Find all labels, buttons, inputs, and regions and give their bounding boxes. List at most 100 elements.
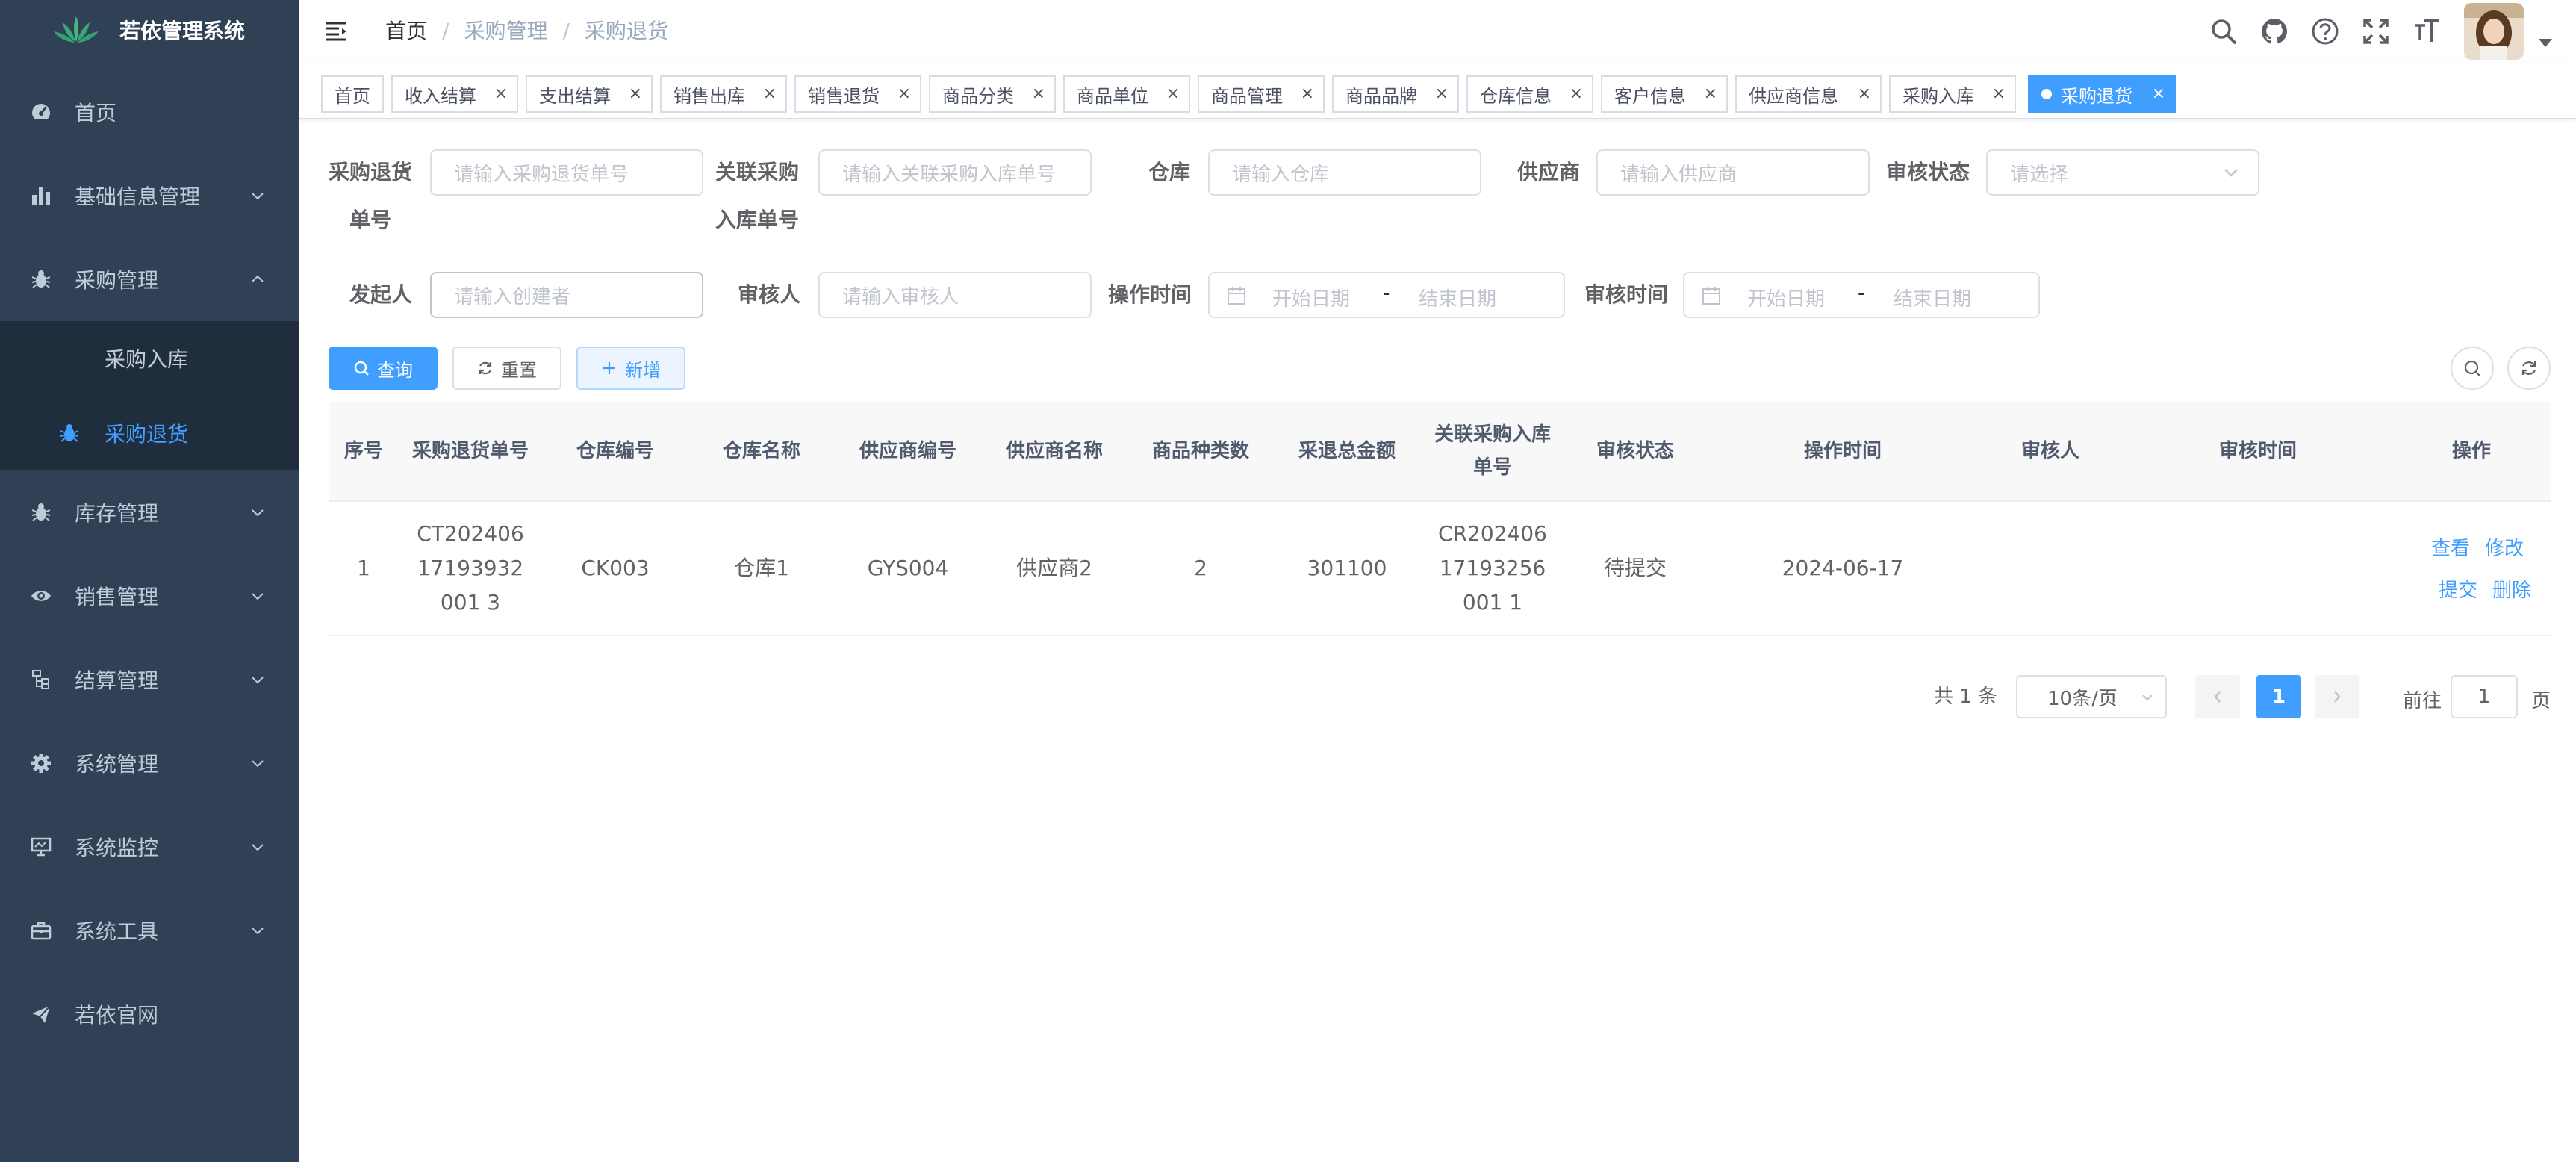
audit-time-end[interactable]: 结束日期 — [1894, 284, 1971, 311]
close-icon[interactable]: × — [1166, 84, 1180, 103]
chevron-down-icon — [252, 509, 264, 517]
toggle-search-button[interactable] — [2451, 347, 2494, 390]
return-no-label-2: 单号 — [349, 208, 391, 232]
caret-down-icon[interactable] — [2539, 39, 2552, 47]
goto-page-input[interactable]: 1 — [2451, 675, 2518, 718]
prev-page-button[interactable] — [2195, 675, 2240, 718]
column-header: 序号 — [343, 440, 383, 462]
page-size-value: 10条/页 — [2047, 687, 2118, 710]
sidebar-item-monitor[interactable]: 系统监控 — [0, 805, 299, 889]
page-number-current[interactable]: 1 — [2256, 675, 2301, 718]
tag-expense-settlement[interactable]: 支出结算 × — [526, 75, 653, 113]
cell-total-amount: 301100 — [1307, 556, 1387, 580]
sidebar-item-label: 采购管理 — [75, 268, 159, 293]
fullscreen-icon[interactable] — [2359, 15, 2392, 48]
avatar[interactable] — [2464, 3, 2524, 60]
return-no-input[interactable]: 请输入采购退货单号 — [430, 149, 703, 196]
audit-status-label: 审核状态 — [1885, 160, 1970, 184]
close-icon[interactable]: × — [494, 84, 508, 103]
search-button[interactable]: 查询 — [329, 347, 438, 390]
close-icon[interactable]: × — [1032, 84, 1045, 103]
close-icon[interactable]: × — [1704, 84, 1717, 103]
tag-purchase-in[interactable]: 采购入库 × — [1889, 75, 2016, 113]
search-button-label: 查询 — [377, 359, 413, 381]
sidebar-subitem-purchase-in[interactable]: 采购入库 — [0, 321, 299, 396]
tag-goods-unit[interactable]: 商品单位 × — [1063, 75, 1190, 113]
tag-goods-brand[interactable]: 商品品牌 × — [1332, 75, 1459, 113]
sidebar-item-settlement[interactable]: 结算管理 — [0, 638, 299, 721]
close-icon[interactable]: × — [897, 84, 911, 103]
app-title: 若依管理系统 — [119, 19, 246, 43]
auditor-input[interactable]: 请输入审核人 — [818, 272, 1092, 318]
audit-time-label: 审核时间 — [1584, 282, 1668, 307]
tag-customer-info[interactable]: 客户信息 × — [1601, 75, 1728, 113]
submit-link[interactable]: 提交 — [2439, 575, 2477, 603]
supplier-input[interactable]: 请输入供应商 — [1596, 149, 1870, 196]
tag-sales-return[interactable]: 销售退货 × — [794, 75, 921, 113]
hamburger-icon[interactable] — [323, 18, 349, 45]
close-icon[interactable]: × — [2152, 84, 2165, 103]
sidebar-item-official-site[interactable]: 若依官网 — [0, 972, 299, 1056]
tag-income-settlement[interactable]: 收入结算 × — [391, 75, 518, 113]
sidebar-logo[interactable]: 若依管理系统 — [0, 0, 299, 60]
help-icon[interactable] — [2309, 15, 2342, 48]
close-icon[interactable]: × — [1569, 84, 1583, 103]
tag-goods-category[interactable]: 商品分类 × — [929, 75, 1056, 113]
chevron-right-icon — [2334, 691, 2341, 703]
close-icon[interactable]: × — [1301, 84, 1314, 103]
tag-home[interactable]: 首页 — [321, 75, 384, 113]
audit-time-range[interactable]: 开始日期 - 结束日期 — [1683, 272, 2040, 318]
sidebar-item-tools[interactable]: 系统工具 — [0, 889, 299, 972]
github-icon[interactable] — [2258, 15, 2291, 48]
search-icon[interactable] — [2207, 15, 2240, 48]
sidebar-item-inventory[interactable]: 库存管理 — [0, 470, 299, 554]
sidebar-item-home[interactable]: 首页 — [0, 70, 299, 154]
op-time-start[interactable]: 开始日期 — [1272, 284, 1350, 311]
close-icon[interactable]: × — [1992, 84, 2006, 103]
sidebar-subitem-purchase-return[interactable]: 采购退货 — [0, 396, 299, 470]
tag-label: 首页 — [335, 85, 370, 107]
sidebar-item-sales[interactable]: 销售管理 — [0, 554, 299, 638]
monitor-icon — [28, 834, 54, 860]
chevron-down-icon — [2224, 169, 2238, 177]
sidebar-item-label: 系统管理 — [75, 752, 159, 777]
close-icon[interactable]: × — [629, 84, 642, 103]
navbar: 首页 / 采购管理 / 采购退货 — [299, 0, 2576, 63]
column-header: 关联采购入库单号 — [1434, 423, 1551, 479]
tag-sales-out[interactable]: 销售出库 × — [660, 75, 787, 113]
inbound-no-input[interactable]: 请输入关联采购入库单号 — [818, 149, 1092, 196]
add-button[interactable]: 新增 — [576, 347, 685, 390]
creator-input[interactable]: 请输入创建者 — [430, 272, 703, 318]
audit-time-start[interactable]: 开始日期 — [1747, 284, 1825, 311]
sidebar-item-system[interactable]: 系统管理 — [0, 721, 299, 805]
cell-auditor — [1977, 502, 2124, 635]
table-row[interactable]: 1 CT20240617193932001 3 CK003 仓库1 GYS004… — [329, 502, 2551, 636]
op-time-end[interactable]: 结束日期 — [1419, 284, 1496, 311]
page-size-select[interactable]: 10条/页 — [2016, 675, 2167, 718]
chevron-up-icon — [252, 275, 264, 282]
tag-supplier-info[interactable]: 供应商信息 × — [1735, 75, 1882, 113]
reset-button[interactable]: 重置 — [452, 347, 561, 390]
font-size-icon[interactable] — [2410, 15, 2443, 48]
edit-link[interactable]: 修改 — [2485, 533, 2524, 561]
close-icon[interactable]: × — [1435, 84, 1449, 103]
warehouse-input[interactable]: 请输入仓库 — [1208, 149, 1481, 196]
column-header: 操作 — [2451, 440, 2491, 462]
sidebar-item-purchase[interactable]: 采购管理 — [0, 237, 299, 321]
breadcrumb-item-home[interactable]: 首页 — [385, 19, 427, 43]
tag-purchase-return[interactable]: 采购退货 × — [2028, 75, 2176, 113]
next-page-button[interactable] — [2315, 675, 2359, 718]
delete-link[interactable]: 删除 — [2492, 575, 2531, 603]
close-icon[interactable]: × — [1858, 84, 1871, 103]
view-link[interactable]: 查看 — [2431, 533, 2470, 561]
op-time-range[interactable]: 开始日期 - 结束日期 — [1208, 272, 1565, 318]
refresh-icon — [2521, 361, 2536, 375]
audit-status-select[interactable]: 请选择 — [1986, 149, 2259, 196]
refresh-table-button[interactable] — [2507, 347, 2551, 390]
close-icon[interactable]: × — [763, 84, 777, 103]
chevron-down-icon — [252, 928, 264, 935]
tree-icon — [28, 667, 54, 692]
tag-goods-manage[interactable]: 商品管理 × — [1198, 75, 1325, 113]
tag-warehouse-info[interactable]: 仓库信息 × — [1466, 75, 1593, 113]
sidebar-item-basic-info[interactable]: 基础信息管理 — [0, 154, 299, 237]
